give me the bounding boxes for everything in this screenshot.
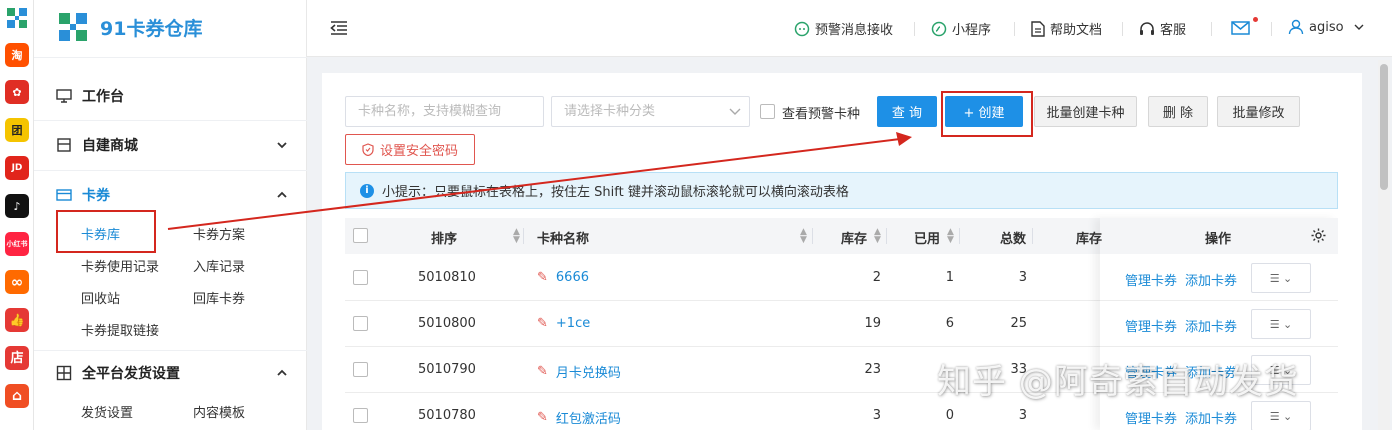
watermark: 知乎 @阿奇索自动发货 xyxy=(937,362,1299,402)
